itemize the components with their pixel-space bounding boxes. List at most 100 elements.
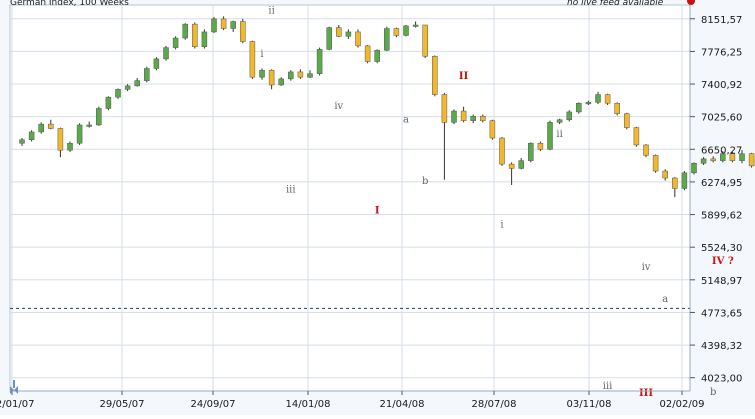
x-tick-label: 24/09/07 xyxy=(191,399,236,410)
candle-up xyxy=(692,162,697,174)
y-tick-label: 4398,32 xyxy=(701,341,742,352)
candle-down xyxy=(749,153,754,168)
candle-body xyxy=(423,25,428,56)
candle-up xyxy=(404,25,409,36)
candle-body xyxy=(279,79,284,85)
candle-body xyxy=(154,59,159,69)
feed-status: no live feed available xyxy=(567,0,664,8)
candle-body xyxy=(231,22,236,29)
candle-down xyxy=(423,25,428,58)
candle-up xyxy=(384,27,389,51)
candle-up xyxy=(68,141,73,151)
candle-up xyxy=(528,142,533,162)
x-tick-label: 03/11/08 xyxy=(567,399,612,410)
wave-label: i xyxy=(500,219,503,230)
candle-body xyxy=(653,155,658,171)
y-tick-label: 5148,97 xyxy=(701,276,742,287)
candle-body xyxy=(327,28,332,50)
x-tick-label: 28/07/08 xyxy=(472,399,517,410)
candle-body xyxy=(624,114,629,128)
y-tick-label: 8151,57 xyxy=(701,15,742,26)
candle-body xyxy=(336,28,341,37)
wave-label: II xyxy=(459,71,469,82)
candle-body xyxy=(221,19,226,29)
candle-body xyxy=(576,103,581,112)
candle-up xyxy=(701,157,706,165)
candle-body xyxy=(96,108,101,125)
candle-body xyxy=(490,121,495,138)
candle-up xyxy=(548,121,553,151)
candle-body xyxy=(192,24,197,47)
candle-body xyxy=(39,124,44,132)
wave-label: b xyxy=(422,176,428,187)
x-tick-label: 02/02/09 xyxy=(660,399,705,410)
y-tick-label: 7776,25 xyxy=(701,47,742,58)
candle-body xyxy=(413,25,418,27)
candle-up xyxy=(77,123,82,145)
candle-up xyxy=(375,49,380,63)
wave-label: a xyxy=(403,114,409,125)
candle-down xyxy=(356,29,361,47)
price-chart: iiiiiiivIabIIiiiiiiivaIIIIV ?b 4023,0043… xyxy=(0,0,755,415)
y-tick-label: 6274,95 xyxy=(701,178,742,189)
candle-down xyxy=(634,127,639,147)
candle-up xyxy=(567,110,572,121)
candle-body xyxy=(644,145,649,155)
y-tick-label: 5524,30 xyxy=(701,243,742,254)
candle-body xyxy=(384,28,389,50)
candle-up xyxy=(212,17,217,33)
candle-body xyxy=(317,49,322,73)
candle-up xyxy=(327,27,332,50)
candle-up xyxy=(154,57,159,70)
chart-panel: iiiiiiivIabIIiiiiiiivaIIIIV ?b 4023,0043… xyxy=(0,0,755,415)
y-tick-label: 7025,60 xyxy=(701,113,742,124)
candle-body xyxy=(106,97,111,108)
candle-body xyxy=(212,19,217,32)
x-tick-label: 14/01/08 xyxy=(286,399,331,410)
candle-body xyxy=(173,38,178,48)
candle-up xyxy=(183,23,188,40)
candle-body xyxy=(269,70,274,85)
candle-body xyxy=(452,111,457,122)
candle-up xyxy=(452,109,457,124)
candle-body xyxy=(701,159,706,163)
candle-up xyxy=(202,29,207,48)
y-tick-label: 6650,27 xyxy=(701,145,742,156)
candle-down xyxy=(240,19,245,43)
candle-down xyxy=(500,137,505,166)
candle-body xyxy=(692,163,697,173)
candle-body xyxy=(519,161,524,169)
candle-body xyxy=(442,95,447,123)
candle-down xyxy=(624,113,629,130)
candle-body xyxy=(596,95,601,103)
candle-body xyxy=(509,164,514,168)
candle-body xyxy=(116,89,121,97)
candle-up xyxy=(317,48,322,76)
candle-up xyxy=(29,130,34,141)
candle-body xyxy=(567,112,572,120)
candle-down xyxy=(615,102,620,115)
candle-body xyxy=(250,42,255,78)
y-tick-label: 4773,65 xyxy=(701,308,742,319)
candle-down xyxy=(250,41,255,79)
candle-body xyxy=(375,50,380,61)
candle-body xyxy=(365,46,370,62)
candle-up xyxy=(164,46,169,61)
x-axis: 22/01/0729/05/0724/09/0714/01/0821/04/08… xyxy=(0,391,704,410)
feed-indicator-icon xyxy=(687,0,695,5)
wave-label: ii xyxy=(556,129,562,140)
candle-down xyxy=(644,144,649,157)
candle-body xyxy=(500,138,505,164)
candle-body xyxy=(202,32,207,47)
candle-up xyxy=(96,107,101,126)
candle-body xyxy=(548,122,553,149)
candle-body xyxy=(538,143,543,149)
candle-body xyxy=(471,116,476,120)
y-tick-label: 5899,62 xyxy=(701,211,742,222)
y-tick-label: 4023,00 xyxy=(701,374,742,385)
candle-up xyxy=(144,67,149,83)
candle-body xyxy=(183,24,188,38)
candle-down xyxy=(432,55,437,96)
candle-up xyxy=(576,102,581,113)
wave-label: ii xyxy=(268,6,274,17)
